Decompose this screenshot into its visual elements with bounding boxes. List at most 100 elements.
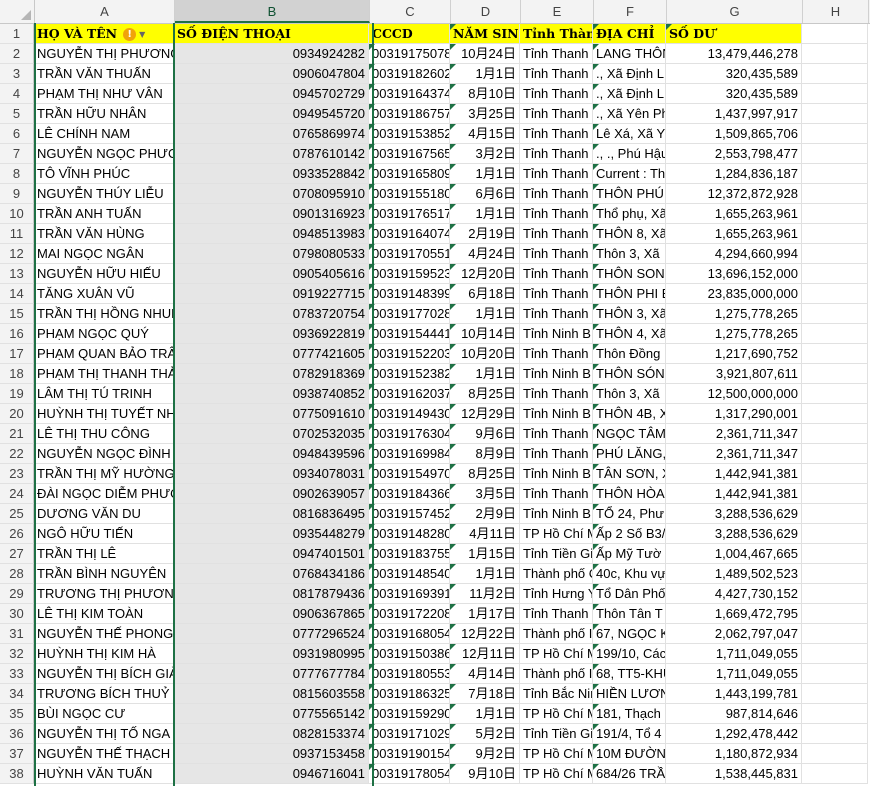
phone-cell[interactable]: 0816836495	[174, 504, 369, 524]
province-cell[interactable]: Thành phố I	[520, 664, 593, 684]
empty-cell[interactable]	[802, 444, 868, 464]
address-cell[interactable]: Thôn 3, Xã	[593, 244, 666, 264]
balance-cell[interactable]: 320,435,589	[666, 64, 802, 84]
name-cell[interactable]: TRẦN VĂN HÙNG	[34, 224, 174, 244]
province-cell[interactable]: TP Hồ Chí M	[520, 644, 593, 664]
province-cell[interactable]: Tỉnh Thanh	[520, 104, 593, 124]
name-cell[interactable]: TĂNG XUÂN VŨ	[34, 284, 174, 304]
cccd-cell[interactable]: 003191837551	[369, 544, 450, 564]
row-header[interactable]: 11	[0, 224, 34, 244]
balance-cell[interactable]: 1,711,049,055	[666, 664, 802, 684]
phone-cell[interactable]: 0948513983	[174, 224, 369, 244]
birth-cell[interactable]: 8月9日	[450, 444, 520, 464]
row-header[interactable]: 3	[0, 64, 34, 84]
empty-cell[interactable]	[802, 264, 868, 284]
province-cell[interactable]: Thành phố I	[520, 624, 593, 644]
header-cell-cccd[interactable]: CCCD	[369, 24, 450, 44]
phone-cell[interactable]: 0935448279	[174, 524, 369, 544]
birth-cell[interactable]: 12月22日	[450, 624, 520, 644]
name-cell[interactable]: NGUYỄN THỊ PHƯƠNG	[34, 44, 174, 64]
empty-cell[interactable]	[802, 744, 868, 764]
row-header[interactable]: 29	[0, 584, 34, 604]
empty-cell[interactable]	[802, 284, 868, 304]
address-cell[interactable]: THÔN 4B, X	[593, 404, 666, 424]
balance-cell[interactable]: 1,292,478,442	[666, 724, 802, 744]
select-all-button[interactable]	[0, 0, 35, 23]
phone-cell[interactable]: 0775565142	[174, 704, 369, 724]
address-cell[interactable]: Thổ phụ, Xã	[593, 204, 666, 224]
birth-cell[interactable]: 1月1日	[450, 304, 520, 324]
cccd-cell[interactable]: 003191901541	[369, 744, 450, 764]
birth-cell[interactable]: 1月1日	[450, 364, 520, 384]
column-header-e[interactable]: E	[521, 0, 594, 23]
row-header[interactable]: 21	[0, 424, 34, 444]
name-cell[interactable]: HUỲNH VĂN TUẤN	[34, 764, 174, 784]
name-cell[interactable]: TÔ VĨNH PHÚC	[34, 164, 174, 184]
name-cell[interactable]: LÊ THỊ THU CÔNG	[34, 424, 174, 444]
empty-cell[interactable]	[802, 564, 868, 584]
birth-cell[interactable]: 4月15日	[450, 124, 520, 144]
column-header-c[interactable]: C	[370, 0, 451, 23]
name-cell[interactable]: TRẦN BÌNH NGUYÊN	[34, 564, 174, 584]
phone-cell[interactable]: 0948439596	[174, 444, 369, 464]
balance-cell[interactable]: 987,814,646	[666, 704, 802, 724]
column-header-b[interactable]: B	[175, 0, 370, 23]
cccd-cell[interactable]: 003191482801	[369, 524, 450, 544]
phone-cell[interactable]: 0931980995	[174, 644, 369, 664]
phone-cell[interactable]: 0702532035	[174, 424, 369, 444]
address-cell[interactable]: THÔN 8, Xã	[593, 224, 666, 244]
address-cell[interactable]: THÔN HÒA	[593, 484, 666, 504]
name-cell[interactable]: HUỲNH THỊ TUYẾT NHUNG	[34, 404, 174, 424]
birth-cell[interactable]: 12月29日	[450, 404, 520, 424]
row-header[interactable]: 15	[0, 304, 34, 324]
birth-cell[interactable]: 8月25日	[450, 384, 520, 404]
province-cell[interactable]: Tỉnh Thanh	[520, 284, 593, 304]
balance-cell[interactable]: 1,437,997,917	[666, 104, 802, 124]
phone-cell[interactable]: 0777421605	[174, 344, 369, 364]
row-header[interactable]: 34	[0, 684, 34, 704]
row-header[interactable]: 13	[0, 264, 34, 284]
balance-cell[interactable]: 3,288,536,629	[666, 524, 802, 544]
header-cell-phone[interactable]: SỐ ĐIỆN THOẠI	[174, 24, 369, 44]
row-header[interactable]: 24	[0, 484, 34, 504]
balance-cell[interactable]: 1,538,445,831	[666, 764, 802, 784]
province-cell[interactable]: Tỉnh Ninh B	[520, 364, 593, 384]
phone-cell[interactable]: 0798080533	[174, 244, 369, 264]
birth-cell[interactable]: 1月15日	[450, 544, 520, 564]
address-cell[interactable]: 67, NGỌC K	[593, 624, 666, 644]
row-header[interactable]: 20	[0, 404, 34, 424]
row-header[interactable]: 37	[0, 744, 34, 764]
address-cell[interactable]: 10M ĐƯỜN	[593, 744, 666, 764]
phone-cell[interactable]: 0946716041	[174, 764, 369, 784]
phone-cell[interactable]: 0817879436	[174, 584, 369, 604]
empty-cell[interactable]	[802, 344, 868, 364]
phone-cell[interactable]: 0902639057	[174, 484, 369, 504]
phone-cell[interactable]: 0775091610	[174, 404, 369, 424]
address-cell[interactable]: THÔN 3, Xã	[593, 304, 666, 324]
empty-cell[interactable]	[802, 424, 868, 444]
phone-cell[interactable]: 0782918369	[174, 364, 369, 384]
cccd-cell[interactable]: 003191705511	[369, 244, 450, 264]
address-cell[interactable]: 191/4, Tổ 4	[593, 724, 666, 744]
cccd-cell[interactable]: 003191680541	[369, 624, 450, 644]
address-cell[interactable]: ., Xã Định L	[593, 64, 666, 84]
birth-cell[interactable]: 8月10日	[450, 84, 520, 104]
province-cell[interactable]: TP Hồ Chí M	[520, 764, 593, 784]
cccd-cell[interactable]: 003191485401	[369, 564, 450, 584]
birth-cell[interactable]: 1月1日	[450, 704, 520, 724]
phone-cell[interactable]: 0936922819	[174, 324, 369, 344]
empty-cell[interactable]	[802, 164, 868, 184]
phone-cell[interactable]: 0934078031	[174, 464, 369, 484]
birth-cell[interactable]: 9月2日	[450, 744, 520, 764]
cccd-cell[interactable]: 003191763041	[369, 424, 450, 444]
province-cell[interactable]: Tỉnh Thanh	[520, 244, 593, 264]
row-header[interactable]: 27	[0, 544, 34, 564]
row-header[interactable]: 17	[0, 344, 34, 364]
row-header[interactable]: 2	[0, 44, 34, 64]
row-header[interactable]: 14	[0, 284, 34, 304]
phone-cell[interactable]: 0945702729	[174, 84, 369, 104]
cccd-cell[interactable]: 003191522031	[369, 344, 450, 364]
address-cell[interactable]: Thôn Tân T	[593, 604, 666, 624]
phone-cell[interactable]: 0787610142	[174, 144, 369, 164]
birth-cell[interactable]: 6月6日	[450, 184, 520, 204]
